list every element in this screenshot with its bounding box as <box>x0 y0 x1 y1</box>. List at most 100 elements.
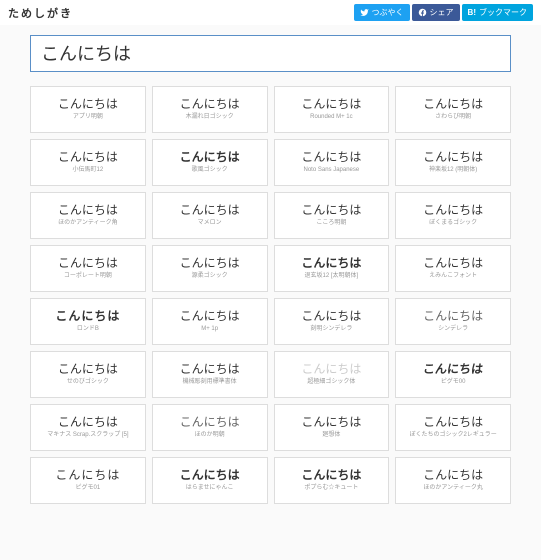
font-sample: こんにちは <box>58 257 118 270</box>
font-sample: こんにちは <box>180 257 240 270</box>
font-card[interactable]: こんにちはほのかアンティーク角 <box>30 192 146 239</box>
main: こんにちはアプリ明朝こんにちは木漏れ日ゴシックこんにちはRounded M+ 1… <box>0 25 541 516</box>
font-card[interactable]: こんにちはコーポレート明朝 <box>30 245 146 292</box>
font-name-label: ほのかアンティーク角 <box>58 220 117 226</box>
font-card[interactable]: こんにちはえみんこフォント <box>395 245 511 292</box>
font-name-label: ポプらむ☆キュート <box>304 485 358 491</box>
font-sample: こんにちは <box>422 363 483 376</box>
facebook-share-button[interactable]: シェア <box>412 4 460 21</box>
font-sample: こんにちは <box>180 416 240 429</box>
font-sample: こんにちは <box>180 469 240 482</box>
font-card[interactable]: こんにちはこころ明朝 <box>274 192 390 239</box>
hatena-label: ブックマーク <box>479 7 527 18</box>
font-name-label: 源柔ゴシック <box>192 273 228 279</box>
logo: ためしがき <box>8 5 73 21</box>
font-sample: こんにちは <box>58 151 118 164</box>
font-sample: こんにちは <box>423 310 483 323</box>
font-sample: こんにちは <box>55 469 120 482</box>
font-sample: こんにちは <box>58 416 118 429</box>
font-name-label: ロンドB <box>77 326 99 332</box>
font-sample: こんにちは <box>423 98 483 111</box>
font-card[interactable]: こんにちはほのかアンティーク丸 <box>395 457 511 504</box>
font-name-label: 小伝馬町12 <box>73 167 104 173</box>
font-card[interactable]: こんにちは木漏れ日ゴシック <box>152 86 268 133</box>
font-sample: こんにちは <box>301 257 361 270</box>
font-sample: こんにちは <box>301 204 361 217</box>
font-card[interactable]: こんにちは超極細ゴシック体 <box>274 351 390 398</box>
font-name-label: 退玄坂12 [太明朝体] <box>305 273 359 279</box>
font-sample: こんにちは <box>423 204 483 217</box>
facebook-icon <box>418 8 427 17</box>
font-card[interactable]: こんにちは小伝馬町12 <box>30 139 146 186</box>
font-sample: こんにちは <box>301 98 361 111</box>
font-name-label: はらませにゃんこ <box>186 485 234 491</box>
font-sample: こんにちは <box>423 257 483 270</box>
twitter-share-button[interactable]: つぶやく <box>354 4 410 21</box>
font-name-label: ぼくまるゴシック <box>429 220 477 226</box>
font-name-label: シンデレラ <box>438 326 468 332</box>
font-sample: こんにちは <box>180 310 240 323</box>
font-card[interactable]: こんにちは源柔ゴシック <box>152 245 268 292</box>
font-card[interactable]: こんにちはぼくまるゴシック <box>395 192 511 239</box>
font-sample: こんにちは <box>301 469 361 482</box>
font-card[interactable]: こんにちは刻明シンデレラ <box>274 298 390 345</box>
sample-text-input[interactable] <box>41 42 500 63</box>
hatena-icon: B! <box>468 8 476 17</box>
font-sample: こんにちは <box>301 310 361 323</box>
font-name-label: マキナス Scrap.スクラップ [5] <box>47 432 128 438</box>
font-card[interactable]: こんにちはピグモ00 <box>395 351 511 398</box>
font-card[interactable]: こんにちは退玄坂12 [太明朝体] <box>274 245 390 292</box>
font-card[interactable]: こんにちはほのか明朝 <box>152 404 268 451</box>
font-name-label: さわらび明朝 <box>435 114 471 120</box>
font-name-label: せのびゴシック <box>67 379 109 385</box>
font-sample: こんにちは <box>58 363 118 376</box>
font-sample: こんにちは <box>180 151 240 164</box>
font-name-label: M+ 1p <box>201 326 218 332</box>
font-card[interactable]: こんにちはアプリ明朝 <box>30 86 146 133</box>
font-sample: こんにちは <box>423 151 483 164</box>
font-name-label: 歌風ゴシック <box>192 167 228 173</box>
font-sample: こんにちは <box>301 363 361 376</box>
sample-text-input-wrap <box>30 35 511 72</box>
font-name-label: ピグモ01 <box>76 485 101 491</box>
font-sample: こんにちは <box>180 363 240 376</box>
font-card[interactable]: こんにちはマキナス Scrap.スクラップ [5] <box>30 404 146 451</box>
font-card[interactable]: こんにちははらませにゃんこ <box>152 457 268 504</box>
font-card[interactable]: こんにちは歌風ゴシック <box>152 139 268 186</box>
font-sample: こんにちは <box>301 416 361 429</box>
font-name-label: ほのか明朝 <box>195 432 225 438</box>
font-sample: こんにちは <box>423 469 483 482</box>
font-card[interactable]: こんにちはポプらむ☆キュート <box>274 457 390 504</box>
font-card[interactable]: こんにちはぼくたちのゴシック2レギュラー <box>395 404 511 451</box>
font-card[interactable]: こんにちは Rounded M+ 1c <box>274 86 390 133</box>
font-name-label: アプリ明朝 <box>73 114 103 120</box>
font-name-label: 超極細ゴシック体 <box>307 379 355 385</box>
hatena-bookmark-button[interactable]: B! ブックマーク <box>462 4 533 21</box>
font-name-label: Rounded M+ 1c <box>310 114 353 120</box>
font-sample: こんにちは <box>58 98 118 111</box>
font-sample: こんにちは <box>55 310 120 323</box>
font-name-label: こころ明朝 <box>316 220 346 226</box>
font-card[interactable]: こんにちは廻想体 <box>274 404 390 451</box>
font-card[interactable]: こんにちはシンデレラ <box>395 298 511 345</box>
font-name-label: マメロン <box>198 220 222 226</box>
font-name-label: ほのかアンティーク丸 <box>423 485 482 491</box>
font-card[interactable]: こんにちは神楽坂12 (明朝体) <box>395 139 511 186</box>
font-card[interactable]: こんにちはマメロン <box>152 192 268 239</box>
font-card[interactable]: こんにちは機械彫刻用標準書体 <box>152 351 268 398</box>
font-card[interactable]: こんにちはさわらび明朝 <box>395 86 511 133</box>
font-card[interactable]: こんにちはせのびゴシック <box>30 351 146 398</box>
font-card[interactable]: こんにちはピグモ01 <box>30 457 146 504</box>
font-name-label: 刻明シンデレラ <box>310 326 352 332</box>
font-card[interactable]: こんにちはロンドB <box>30 298 146 345</box>
twitter-label: つぶやく <box>372 7 404 18</box>
font-sample: こんにちは <box>180 204 240 217</box>
header: ためしがき つぶやく シェア B! ブックマーク <box>0 0 541 25</box>
font-name-label: 神楽坂12 (明朝体) <box>429 167 477 173</box>
font-card[interactable]: こんにちはNoto Sans Japanese <box>274 139 390 186</box>
font-name-label: Noto Sans Japanese <box>304 167 360 173</box>
font-sample: こんにちは <box>58 204 118 217</box>
font-card[interactable]: こんにちは M+ 1p <box>152 298 268 345</box>
twitter-icon <box>360 8 369 17</box>
font-sample: こんにちは <box>423 416 483 429</box>
